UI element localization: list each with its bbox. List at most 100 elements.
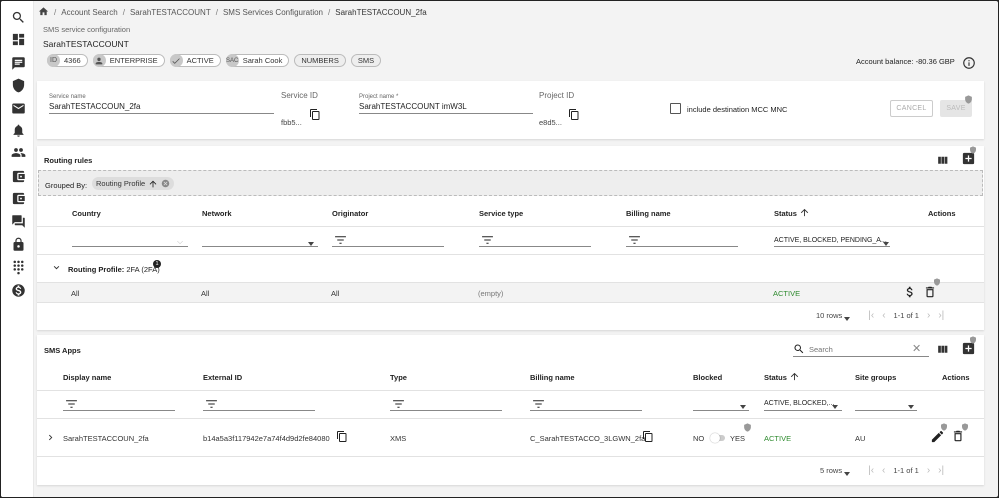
apps-search-input[interactable]	[809, 343, 909, 355]
remove-chip-icon	[161, 179, 170, 188]
billing-name-filter[interactable]	[626, 246, 738, 247]
rows-per-page-chevron-icon[interactable]	[844, 316, 851, 321]
clear-search-icon[interactable]: ✕	[912, 344, 921, 355]
col-external-id[interactable]: External ID	[203, 373, 242, 382]
group-chip-label: Routing Profile	[96, 179, 146, 188]
breadcrumb-sms-config[interactable]: SMS Services Configuration	[223, 8, 323, 17]
cell-country: All	[71, 289, 80, 298]
home-icon[interactable]	[38, 6, 49, 19]
wallet-icon[interactable]	[11, 169, 26, 184]
wallet-alt-icon[interactable]	[11, 191, 26, 206]
expand-chevron-icon[interactable]	[45, 432, 56, 445]
site-groups-filter-chevron-icon[interactable]	[908, 405, 914, 409]
chat-icon[interactable]	[11, 56, 26, 71]
sort-up-icon[interactable]	[789, 371, 800, 382]
col-actions: Actions	[928, 209, 956, 218]
grouped-by-label: Grouped By:	[45, 181, 88, 190]
table-row[interactable]: SarahTESTACCOUN_2fa b14a5a3f117942e7a74f…	[37, 419, 984, 457]
prev-page-icon[interactable]: ‹	[882, 310, 885, 321]
originator-filter[interactable]	[332, 246, 444, 247]
rows-per-page-select[interactable]: 10 rows	[816, 311, 842, 320]
last-page-icon[interactable]: ›|	[938, 310, 944, 321]
col-service-type[interactable]: Service type	[479, 209, 523, 218]
bell-icon[interactable]	[11, 123, 26, 138]
blocked-toggle[interactable]	[710, 433, 725, 443]
first-page-icon[interactable]: |‹	[868, 310, 874, 321]
col-display-name[interactable]: Display name	[63, 373, 111, 382]
type-filter[interactable]	[390, 410, 502, 411]
search-icon[interactable]	[793, 343, 805, 357]
service-name-input[interactable]: SarahTESTACCOUN_2fa	[49, 102, 140, 111]
col-network[interactable]: Network	[202, 209, 232, 218]
next-page-icon[interactable]: ›	[927, 465, 930, 476]
columns-icon[interactable]	[936, 154, 949, 169]
status-filter-value[interactable]: ACTIVE, BLOCKED, PENDING_A...	[774, 237, 887, 244]
billing-name-filter[interactable]	[530, 410, 642, 411]
sort-up-icon[interactable]	[799, 207, 810, 218]
owner-name: Sarah Cook	[242, 56, 283, 65]
col-status[interactable]: Status	[774, 209, 797, 218]
col-site-groups[interactable]: Site groups	[855, 373, 896, 382]
col-billing-name[interactable]: Billing name	[530, 373, 575, 382]
columns-icon[interactable]	[936, 343, 949, 358]
pricing-dollar-icon[interactable]	[903, 285, 917, 301]
group-chip[interactable]: Routing Profile	[92, 177, 175, 190]
col-country[interactable]: Country	[72, 209, 101, 218]
copy-service-id-icon[interactable]	[309, 108, 321, 123]
col-status[interactable]: Status	[764, 373, 787, 382]
search-icon[interactable]	[11, 10, 26, 25]
mail-icon[interactable]	[11, 101, 26, 116]
blocked-filter[interactable]	[693, 410, 749, 411]
table-row[interactable]: All All All (empty) ACTIVE	[37, 278, 984, 303]
breadcrumb-account[interactable]: SarahTESTACCOUNT	[130, 8, 211, 17]
next-page-icon[interactable]: ›	[927, 310, 930, 321]
prev-page-icon[interactable]: ‹	[882, 465, 885, 476]
shield-icon[interactable]	[11, 78, 26, 93]
users-icon[interactable]	[11, 145, 26, 160]
breadcrumb-account-search[interactable]: Account Search	[61, 8, 117, 17]
cell-status: ACTIVE	[773, 289, 801, 298]
numbers-chip[interactable]: NUMBERS	[294, 54, 346, 67]
sms-chip[interactable]: SMS	[350, 54, 382, 67]
external-id-filter[interactable]	[203, 410, 315, 411]
active-chip: ACTIVE	[169, 54, 221, 67]
dialpad-icon[interactable]	[11, 260, 26, 275]
blocked-filter-chevron-icon[interactable]	[740, 405, 746, 409]
rows-per-page-select[interactable]: 5 rows	[820, 466, 842, 475]
first-page-icon[interactable]: |‹	[868, 465, 874, 476]
network-filter[interactable]	[202, 246, 318, 247]
display-name-filter[interactable]	[63, 410, 175, 411]
info-icon[interactable]	[962, 56, 976, 70]
cell-network: All	[201, 289, 210, 298]
rows-per-page-chevron-icon[interactable]	[844, 471, 851, 476]
dashboard-icon[interactable]	[11, 32, 26, 47]
last-page-icon[interactable]: ›|	[938, 465, 944, 476]
site-groups-filter[interactable]	[855, 410, 917, 411]
col-type[interactable]: Type	[390, 373, 407, 382]
billing-icon[interactable]	[11, 283, 26, 298]
apps-status-filter-value[interactable]: ACTIVE, BLOCKED,...	[764, 400, 834, 407]
forum-icon[interactable]	[11, 214, 26, 229]
col-blocked[interactable]: Blocked	[693, 373, 722, 382]
copy-billing-name-icon[interactable]	[642, 430, 654, 445]
apps-status-filter-chevron-icon[interactable]	[832, 405, 838, 409]
lock-icon[interactable]	[11, 237, 26, 252]
include-mcc-checkbox[interactable]	[670, 103, 681, 114]
copy-project-id-icon[interactable]	[568, 108, 580, 123]
col-originator[interactable]: Originator	[332, 209, 368, 218]
group-row-label: Routing Profile: 2FA (2FA)	[68, 265, 160, 274]
collapse-chevron-icon[interactable]	[51, 262, 62, 275]
country-filter-chevron-icon[interactable]: ⌵	[177, 237, 183, 247]
col-billing-name[interactable]: Billing name	[626, 209, 671, 218]
group-by-bar: Grouped By: Routing Profile	[38, 170, 983, 196]
cancel-button[interactable]: CANCEL	[890, 100, 933, 117]
breadcrumb-separator: /	[122, 7, 125, 17]
network-filter-chevron-icon[interactable]	[308, 242, 314, 246]
account-name: SarahTESTACCOUNT	[43, 39, 129, 49]
country-filter[interactable]	[72, 246, 188, 247]
shield-lock-icon	[969, 146, 977, 156]
copy-external-id-icon[interactable]	[336, 430, 348, 445]
service-type-filter[interactable]	[479, 246, 591, 247]
enterprise-label: ENTERPRISE	[109, 56, 158, 65]
project-name-input[interactable]: SarahTESTACCOUNT imW3L	[359, 102, 467, 111]
